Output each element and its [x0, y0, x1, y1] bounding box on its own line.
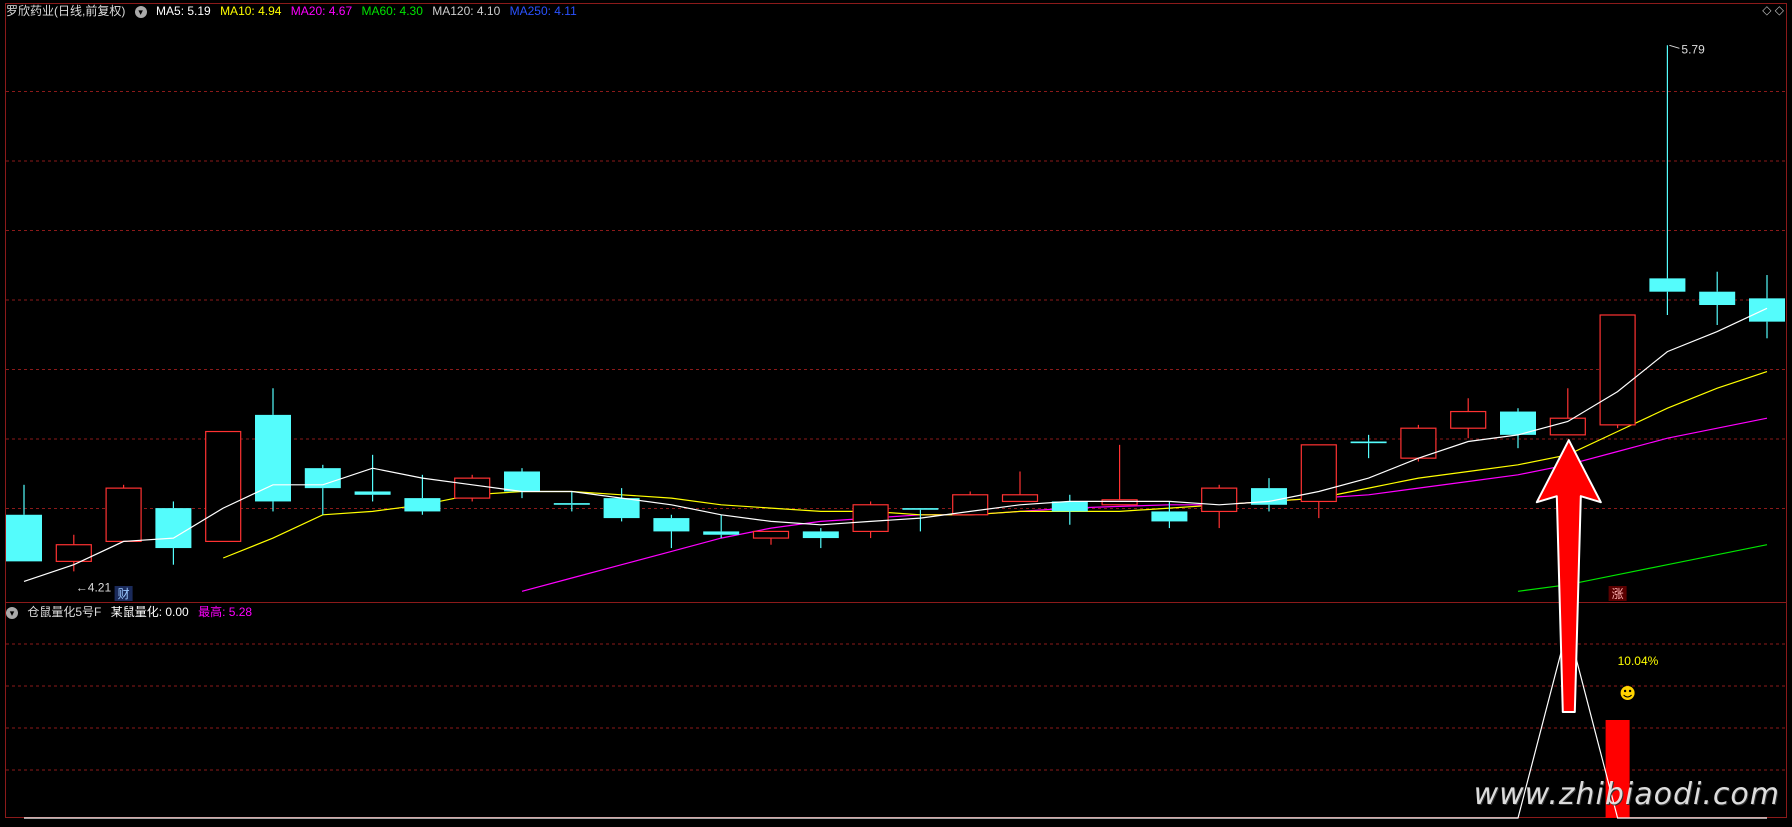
high-label: 5.79: [1681, 42, 1705, 56]
candle-body-down: [902, 508, 939, 510]
candle-body-up: [1001, 494, 1039, 503]
high-pointer: [1669, 44, 1680, 49]
candle-body-down: [404, 498, 441, 512]
sub-max-value: 最高: 5.28: [198, 605, 253, 619]
ma20-label: MA20: 4.67: [290, 4, 353, 18]
candle-body-up: [205, 430, 242, 542]
ma5-label: MA5: 5.19: [156, 4, 211, 18]
cai-tag: 财: [118, 587, 130, 601]
candle-body-up: [454, 477, 491, 499]
smiley-eye: [1623, 689, 1627, 693]
highlight-arrow: [1535, 439, 1602, 713]
candlestick-chart[interactable]: 5.79 ←4.21 财 涨 10.04%: [0, 0, 1792, 822]
candle-body-down: [1350, 441, 1387, 444]
ma60-line: [1517, 544, 1768, 592]
candle-body-down: [6, 514, 42, 562]
stock-title: 罗欣药业(日线,前复权): [6, 4, 126, 18]
candle-body-down: [1649, 278, 1686, 292]
low-label: ←4.21: [76, 580, 112, 594]
window-diamond-icons[interactable]: ◇ ◇: [1762, 3, 1784, 17]
zhang-tag: 涨: [1612, 586, 1624, 601]
candle-body-up: [1599, 314, 1636, 426]
smiley-eye: [1628, 689, 1632, 693]
candle-body-down: [802, 531, 839, 539]
candle-body-down: [1151, 511, 1188, 522]
pct-label: 10.04%: [1618, 654, 1659, 668]
chart-stage[interactable]: 5.79 ←4.21 财 涨 10.04% 罗欣药业(日线,前复权) ▾ MA5: 5.…: [0, 0, 1792, 822]
candle-body-down: [1051, 501, 1088, 512]
candle-body-down: [504, 471, 540, 492]
ma10-label: MA10: 4.94: [220, 4, 282, 18]
toggle-icon[interactable]: ▾: [134, 5, 147, 18]
candle-body-up: [852, 504, 889, 533]
candle-body-down: [553, 503, 590, 505]
smiley-icon: [1620, 686, 1635, 700]
sub-header: ▾ 仓鼠量化5号F 某鼠量化: 0.00 最高: 5.28: [6, 604, 258, 620]
ma120-label: MA120: 4.10: [432, 4, 501, 18]
candle-body-down: [255, 414, 291, 502]
candle-body-down: [653, 518, 690, 532]
main-header: 罗欣药业(日线,前复权) ▾ MA5: 5.19 MA10: 4.94 MA20…: [6, 3, 583, 19]
candle-body-up: [105, 487, 142, 542]
candle-body-down: [703, 531, 740, 535]
sub-title: 仓鼠量化5号F: [27, 605, 102, 619]
sub-toggle-icon[interactable]: ▾: [6, 606, 18, 619]
candle-body-down: [603, 498, 640, 519]
candle-body-up: [1549, 417, 1586, 436]
sub-line-value: 某鼠量化: 0.00: [110, 605, 189, 619]
candle-body-down: [1749, 298, 1785, 322]
ma10-line: [222, 371, 1768, 559]
ma250-label: MA250: 4.11: [509, 4, 577, 18]
candle-body-down: [1699, 291, 1736, 306]
candle-body-up: [1300, 444, 1337, 503]
candle-body-up: [1450, 410, 1487, 429]
candle-body-up: [1101, 499, 1138, 506]
candle-body-up: [1201, 487, 1238, 513]
watermark: www.zhibiaodi.com: [1473, 777, 1780, 812]
candle-body-down: [155, 508, 192, 549]
candle-body-down: [354, 491, 391, 495]
candle-body-up: [752, 530, 790, 539]
ma60-label: MA60: 4.30: [361, 4, 423, 18]
